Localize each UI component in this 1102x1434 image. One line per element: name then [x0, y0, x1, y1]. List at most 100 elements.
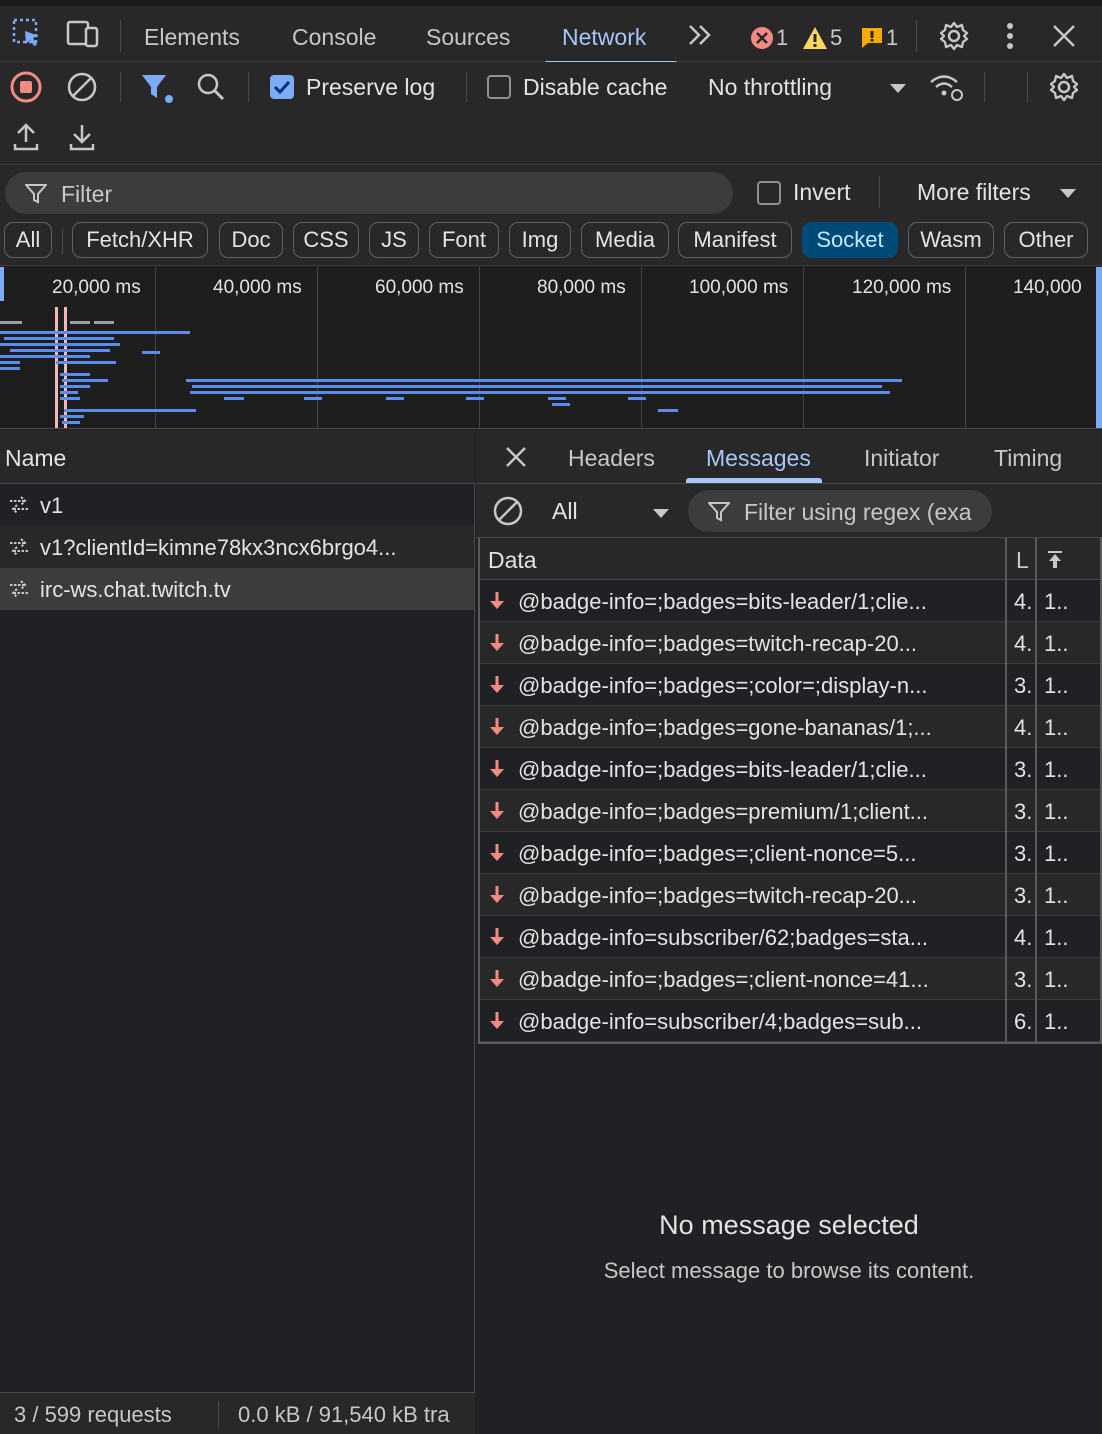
transferred-size: 0.0 kB / 91,540 kB tra [238, 1402, 450, 1427]
message-length: 4. [1014, 631, 1033, 656]
throttling-chevron-down-icon[interactable] [889, 83, 907, 95]
preserve-log-checkbox[interactable] [270, 75, 294, 99]
message-row[interactable]: @badge-info=subscriber/62;badges=sta... 4… [480, 916, 1100, 958]
message-length: 3. [1014, 673, 1033, 698]
message-data: @badge-info=;badges=;client-nonce=5... [518, 841, 917, 866]
more-filters-chevron-down-icon[interactable] [1059, 188, 1077, 200]
tab-elements[interactable]: Elements [144, 24, 240, 51]
received-arrow-down-icon [488, 1011, 506, 1031]
message-time: 1.. [1044, 925, 1069, 950]
search-icon[interactable] [196, 72, 226, 102]
issues-counter[interactable]: 1 [860, 24, 898, 51]
name-column-header[interactable]: Name [0, 430, 475, 484]
invert-checkbox[interactable] [757, 181, 781, 205]
close-detail-icon[interactable] [504, 445, 528, 469]
message-length: 3. [1014, 883, 1033, 908]
network-conditions-wifi-icon[interactable] [928, 72, 964, 102]
chip-socket[interactable]: Socket [802, 222, 898, 258]
message-row[interactable]: @badge-info=;badges=gone-bananas/1;... 4.… [480, 706, 1100, 748]
received-arrow-down-icon [488, 717, 506, 737]
message-row[interactable]: @badge-info=;badges=premium/1;client... 3… [480, 790, 1100, 832]
filter-input[interactable]: Filter [5, 172, 733, 214]
stop-recording-icon[interactable] [10, 71, 42, 103]
time-column-sort-icon[interactable] [1046, 550, 1064, 570]
request-row-selected[interactable]: irc-ws.chat.twitch.tv [0, 568, 474, 610]
network-settings-gear-icon[interactable] [1048, 71, 1080, 103]
message-row[interactable]: @badge-info=;badges=twitch-recap-20... 3.… [480, 874, 1100, 916]
warning-counter[interactable]: 5 [802, 24, 842, 51]
chip-fetch-xhr[interactable]: Fetch/XHR [72, 222, 208, 258]
export-har-download-icon[interactable] [68, 122, 96, 152]
length-column-header[interactable]: L [1016, 547, 1029, 574]
close-devtools-icon[interactable] [1050, 22, 1078, 50]
tab-sources[interactable]: Sources [426, 24, 510, 51]
message-row[interactable]: @badge-info=;badges=bits-leader/1;clie..… [480, 580, 1100, 622]
more-filters-button[interactable]: More filters [917, 179, 1031, 206]
message-row[interactable]: @badge-info=;badges=;color=;display-n...… [480, 664, 1100, 706]
invert-label[interactable]: Invert [793, 179, 851, 206]
more-tabs-icon[interactable] [686, 22, 714, 48]
request-row[interactable]: v1?clientId=kimne78kx3ncx6brgo4... [0, 526, 474, 568]
chip-doc[interactable]: Doc [219, 222, 283, 258]
message-length: 3. [1014, 841, 1033, 866]
message-row[interactable]: @badge-info=;badges=twitch-recap-20... 4.… [480, 622, 1100, 664]
warning-count: 5 [830, 25, 843, 51]
websocket-icon [8, 496, 30, 514]
chip-font[interactable]: Font [429, 222, 499, 258]
import-har-upload-icon[interactable] [12, 122, 40, 152]
message-data: @badge-info=;badges=twitch-recap-20... [518, 883, 918, 908]
chip-all[interactable]: All [4, 222, 52, 258]
request-row[interactable]: v1 [0, 484, 474, 526]
tab-console[interactable]: Console [292, 24, 376, 51]
clear-messages-icon[interactable] [492, 495, 524, 527]
message-row[interactable]: @badge-info=;badges=;client-nonce=5... 3.… [480, 832, 1100, 874]
chip-media[interactable]: Media [581, 222, 669, 258]
chip-img[interactable]: Img [509, 222, 571, 258]
column-divider[interactable] [1035, 538, 1037, 1042]
more-options-icon[interactable] [1000, 22, 1020, 50]
error-count: 1 [776, 25, 789, 51]
tab-timing[interactable]: Timing [994, 445, 1062, 472]
chip-manifest[interactable]: Manifest [678, 222, 792, 258]
message-data: @badge-info=;badges=bits-leader/1;clie..… [518, 589, 927, 614]
message-row[interactable]: @badge-info=;badges=;client-nonce=41... 3… [480, 958, 1100, 1000]
messages-toolbar: All Filter using regex (exa [476, 484, 1102, 538]
received-arrow-down-icon [488, 633, 506, 653]
filter-bar: Filter Invert More filters All Fetch/XHR… [0, 166, 1102, 266]
message-row[interactable]: @badge-info=subscriber/4;badges=sub... 6.… [480, 1000, 1100, 1042]
chip-other[interactable]: Other [1004, 222, 1088, 258]
chip-wasm[interactable]: Wasm [908, 222, 994, 258]
message-data: @badge-info=;badges=premium/1;client... [518, 799, 929, 824]
tab-messages[interactable]: Messages [706, 445, 811, 472]
active-tab-indicator [686, 478, 822, 483]
request-name: v1 [40, 493, 64, 518]
message-data: @badge-info=;badges=twitch-recap-20... [518, 631, 918, 656]
error-counter[interactable]: 1 [750, 24, 788, 51]
device-toolbar-icon[interactable] [66, 20, 100, 48]
inspect-element-icon[interactable] [12, 18, 42, 48]
tab-headers[interactable]: Headers [568, 445, 655, 472]
chip-css[interactable]: CSS [293, 222, 359, 258]
data-column-header[interactable]: Data [488, 547, 537, 574]
column-divider[interactable] [1005, 538, 1007, 1042]
tab-network[interactable]: Network [562, 24, 646, 51]
message-length: 4. [1014, 925, 1033, 950]
name-column-label: Name [5, 445, 67, 471]
regex-filter-input[interactable]: Filter using regex (exa [688, 490, 992, 532]
preserve-log-label[interactable]: Preserve log [306, 74, 435, 101]
message-row[interactable]: @badge-info=;badges=bits-leader/1;clie..… [480, 748, 1100, 790]
settings-gear-icon[interactable] [938, 20, 970, 52]
chip-js[interactable]: JS [369, 222, 419, 258]
message-length: 4. [1014, 589, 1033, 614]
throttling-select[interactable]: No throttling [708, 74, 832, 101]
message-type-chevron-down-icon[interactable] [652, 508, 670, 520]
clear-log-icon[interactable] [66, 71, 98, 103]
message-data: @badge-info=;badges=;color=;display-n... [518, 673, 928, 698]
disable-cache-label[interactable]: Disable cache [523, 74, 667, 101]
timeline-overview[interactable]: 20,000 ms 40,000 ms 60,000 ms 80,000 ms … [0, 267, 1102, 429]
filter-funnel-icon[interactable] [140, 72, 174, 104]
message-type-select[interactable]: All [552, 498, 578, 525]
disable-cache-checkbox[interactable] [487, 75, 511, 99]
message-data: @badge-info=;badges=bits-leader/1;clie..… [518, 757, 927, 782]
tab-initiator[interactable]: Initiator [864, 445, 939, 472]
